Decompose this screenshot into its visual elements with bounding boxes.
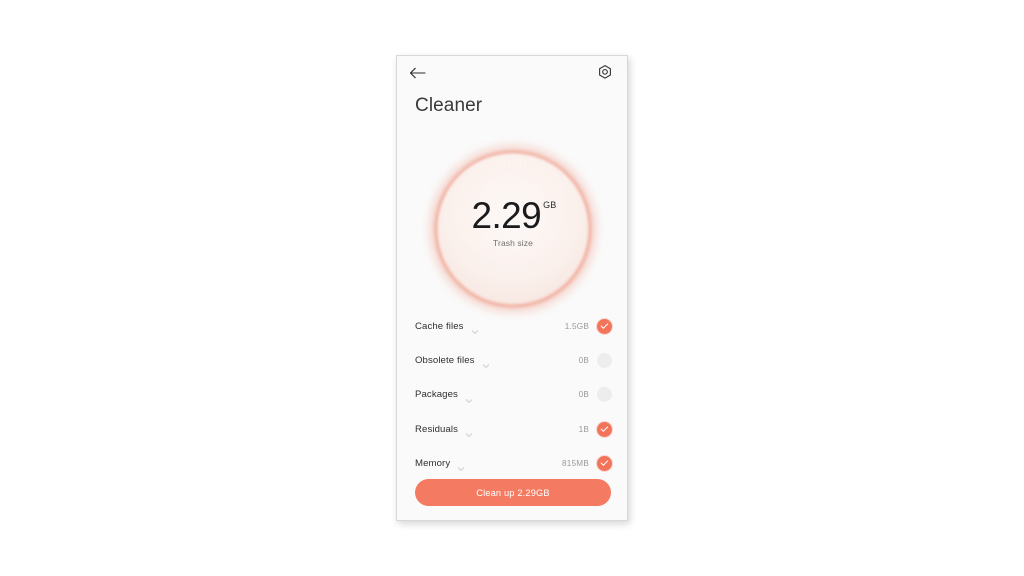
list-item-size: 1B xyxy=(578,424,589,434)
cleanup-button[interactable]: Clean up 2.29GB xyxy=(415,479,611,506)
chevron-down-icon[interactable] xyxy=(471,323,479,335)
gauge-value: 2.29 xyxy=(471,195,542,236)
list-item-size: 0B xyxy=(578,390,589,400)
list-item-checkbox[interactable] xyxy=(597,421,612,437)
list-item-checkbox[interactable] xyxy=(597,455,612,471)
trash-size-gauge: 2.29 GB Trash size xyxy=(397,133,627,323)
list-item[interactable]: Memory 815MB xyxy=(397,446,627,480)
list-item-size: 815MB xyxy=(562,458,589,468)
list-item-label: Packages xyxy=(415,389,458,401)
settings-button[interactable] xyxy=(596,64,614,82)
arrow-left-icon xyxy=(409,67,426,79)
gauge-tick-marks xyxy=(500,159,526,166)
chevron-down-icon[interactable] xyxy=(482,357,490,369)
gauge-unit: GB xyxy=(543,200,557,210)
page-title: Cleaner xyxy=(415,95,483,116)
list-item-checkbox[interactable] xyxy=(597,318,612,334)
chevron-down-icon[interactable] xyxy=(465,392,473,403)
list-item-label: Cache files xyxy=(415,320,464,332)
list-item[interactable]: Obsolete files 0B xyxy=(397,343,627,377)
chevron-down-icon[interactable] xyxy=(465,426,473,438)
phone-screen: Cleaner 2.29 GB Trash size Cache files 1.… xyxy=(396,55,628,521)
list-item-label: Obsolete files xyxy=(415,354,475,366)
list-item-label: Memory xyxy=(415,457,451,469)
chevron-down-icon[interactable] xyxy=(457,460,465,472)
list-item-size: 0B xyxy=(578,355,589,365)
back-button[interactable] xyxy=(408,64,428,82)
gauge-value-group: 2.29 GB xyxy=(397,195,627,237)
list-item-checkbox[interactable] xyxy=(597,387,612,403)
gear-icon xyxy=(599,65,611,79)
list-item-checkbox[interactable] xyxy=(597,352,612,368)
list-item[interactable]: Cache files 1.5GB xyxy=(397,309,627,343)
list-item[interactable]: Packages 0B xyxy=(397,378,627,412)
list-item-label: Residuals xyxy=(415,423,459,435)
list-item[interactable]: Residuals 1B xyxy=(397,412,627,446)
gauge-caption: Trash size xyxy=(493,238,533,248)
app-topbar xyxy=(397,56,627,90)
cleanup-category-list: Cache files 1.5GB Obsolete files 0B Pack… xyxy=(397,309,627,480)
list-item-size: 1.5GB xyxy=(564,321,589,331)
